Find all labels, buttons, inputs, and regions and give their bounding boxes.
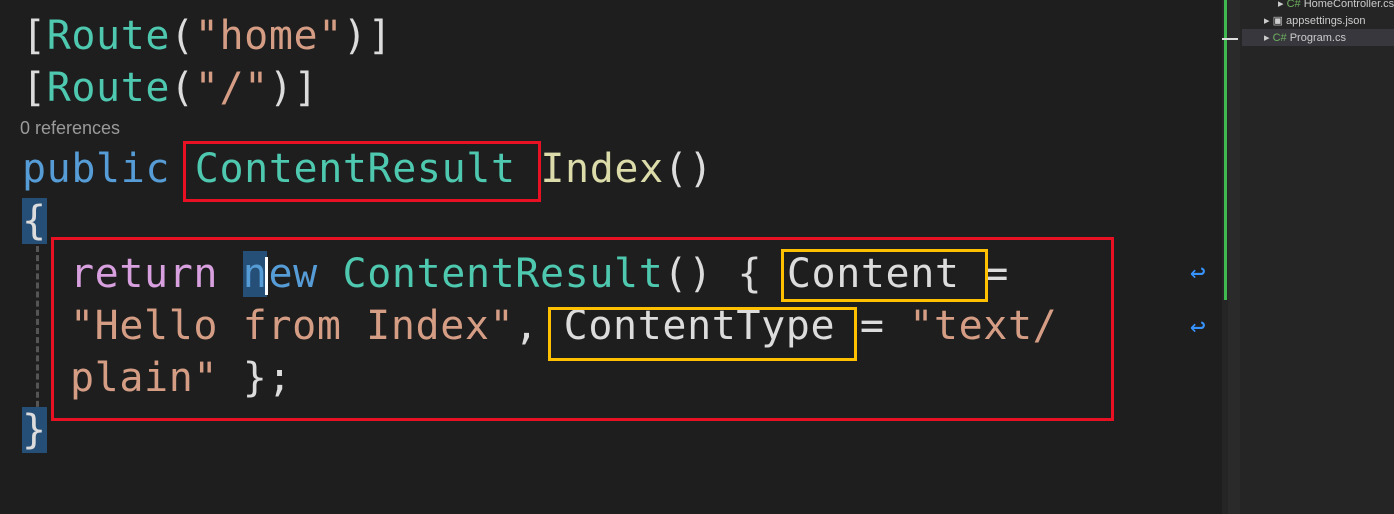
bracket: )] xyxy=(268,65,319,111)
highlight-content-type xyxy=(548,307,857,361)
attribute-route-root: [Route("/")] xyxy=(22,62,318,114)
highlight-return-type xyxy=(183,141,541,202)
open-brace: { xyxy=(22,198,47,244)
tree-item-label: Program.cs xyxy=(1289,32,1346,44)
word-wrap-icon: ↩ xyxy=(1190,258,1206,288)
bracket: [ xyxy=(22,13,47,59)
codelens-references[interactable]: 0 references xyxy=(20,118,120,139)
paren: ( xyxy=(170,65,195,111)
paren: ( xyxy=(170,13,195,59)
change-indicator xyxy=(1224,0,1227,300)
route-arg: "home" xyxy=(194,13,343,59)
open-brace-line: { xyxy=(22,195,47,247)
word-wrap-icon: ↩ xyxy=(1190,312,1206,342)
scrollbar[interactable] xyxy=(1228,0,1240,514)
parens: () xyxy=(663,146,714,192)
tree-item-appsettings[interactable]: ▸ ▣ appsettings.json xyxy=(1264,14,1366,27)
modifier: public xyxy=(22,146,171,192)
csharp-icon: C# xyxy=(1286,0,1301,10)
bracket: )] xyxy=(342,13,393,59)
route-arg: "/" xyxy=(194,65,269,111)
close-brace-line: } xyxy=(22,404,47,456)
tree-item-label: appsettings.json xyxy=(1286,15,1366,27)
tree-item-homecontroller[interactable]: ▸ C# HomeController.cs xyxy=(1278,0,1394,10)
indent-guide xyxy=(36,246,39,416)
attribute-name: Route xyxy=(46,13,171,59)
tree-item-program[interactable]: ▸ C# Program.cs xyxy=(1264,31,1346,44)
close-brace: } xyxy=(22,407,47,453)
attribute-route-home: [Route("home")] xyxy=(22,10,392,62)
bracket: [ xyxy=(22,65,47,111)
scroll-position-marker xyxy=(1222,38,1238,40)
csharp-icon: C# xyxy=(1272,32,1287,44)
json-icon: ▣ xyxy=(1272,15,1283,27)
solution-explorer xyxy=(1222,0,1394,514)
highlight-content xyxy=(781,249,988,302)
method-name: Index xyxy=(540,146,664,192)
attribute-name: Route xyxy=(46,65,171,111)
tree-item-label: HomeController.cs xyxy=(1303,0,1394,10)
